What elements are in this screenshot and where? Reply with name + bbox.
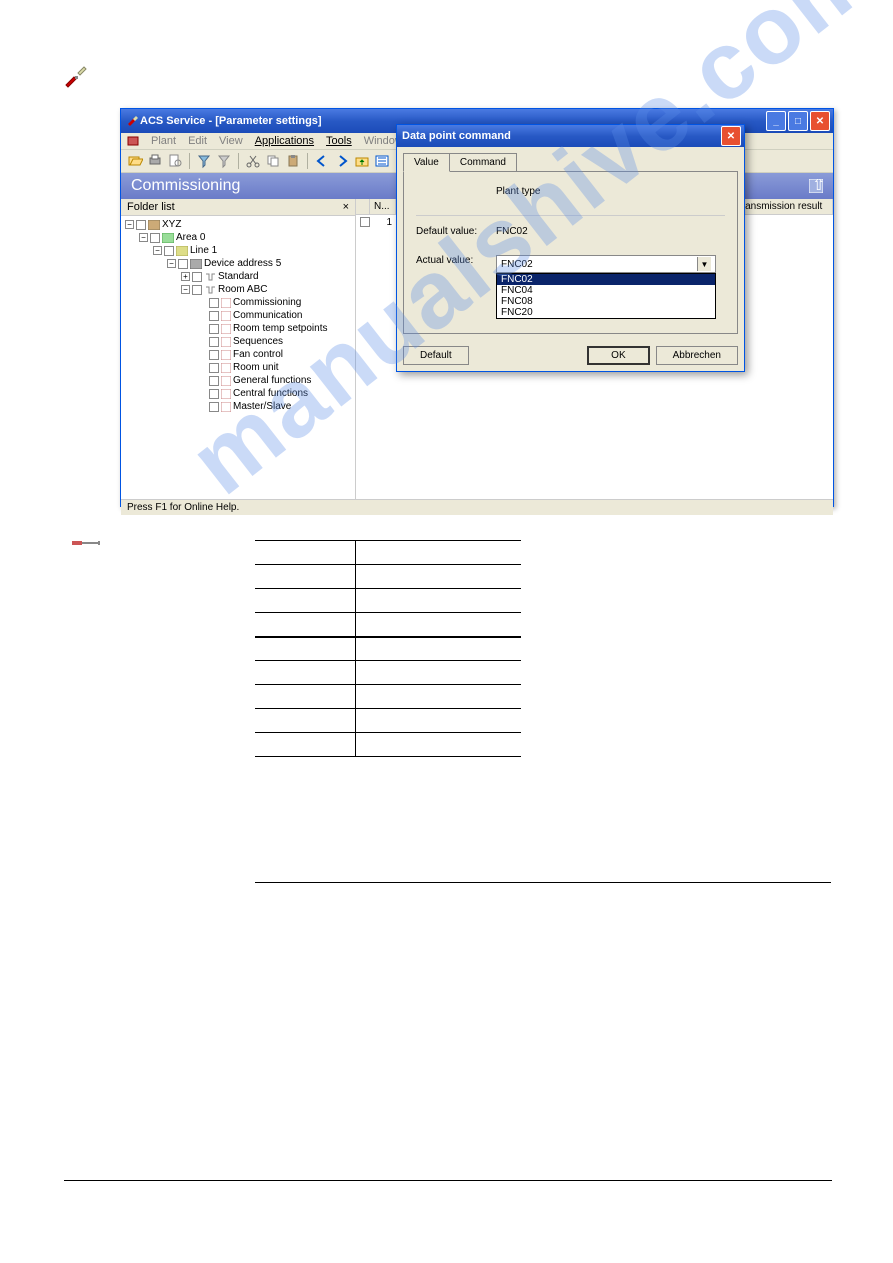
- cancel-button[interactable]: Abbrechen: [656, 346, 738, 365]
- row-checkbox[interactable]: [360, 217, 370, 227]
- screwdriver-icon: [72, 538, 100, 548]
- section-collapse-icon[interactable]: ⇧: [809, 179, 823, 193]
- chevron-down-icon[interactable]: ▼: [697, 257, 711, 271]
- std-icon: [204, 272, 216, 282]
- tree-node[interactable]: XYZ: [162, 218, 181, 231]
- tree-leaf[interactable]: Sequences: [233, 335, 283, 348]
- menu-view[interactable]: View: [219, 135, 243, 147]
- node-icon: [148, 220, 160, 230]
- actual-value-label: Actual value:: [416, 255, 496, 319]
- back-icon[interactable]: [314, 153, 330, 169]
- leaf-icon: [221, 402, 231, 412]
- tree-leaf[interactable]: Room temp setpoints: [233, 322, 328, 335]
- col-transmission[interactable]: Transmission result: [732, 199, 833, 214]
- dropdown-selected: FNC02: [501, 259, 533, 270]
- menu-edit[interactable]: Edit: [188, 135, 207, 147]
- device-icon: [190, 259, 202, 269]
- actual-value-dropdown[interactable]: FNC02 ▼ FNC02 FNC04 FNC08 FNC20: [496, 255, 716, 319]
- leaf-icon: [221, 350, 231, 360]
- close-button[interactable]: ✕: [810, 111, 830, 131]
- dialog-titlebar[interactable]: Data point command ✕: [397, 125, 744, 147]
- leaf-icon: [221, 363, 231, 373]
- app-icon: [126, 114, 140, 128]
- dropdown-option[interactable]: FNC08: [497, 296, 715, 307]
- filter-off-icon[interactable]: [216, 153, 232, 169]
- leaf-icon: [221, 376, 231, 386]
- list-icon[interactable]: [374, 153, 390, 169]
- maximize-button[interactable]: □: [788, 111, 808, 131]
- tree-leaf[interactable]: General functions: [233, 374, 311, 387]
- dropdown-option[interactable]: FNC20: [497, 307, 715, 318]
- default-value: FNC02: [496, 226, 528, 237]
- leaf-icon: [221, 324, 231, 334]
- tree-standard[interactable]: Standard: [218, 270, 259, 283]
- paste-icon[interactable]: [285, 153, 301, 169]
- minimize-button[interactable]: _: [766, 111, 786, 131]
- leaf-icon: [221, 337, 231, 347]
- footer-divider: [64, 1180, 832, 1181]
- ok-button[interactable]: OK: [587, 346, 649, 365]
- menu-tools[interactable]: Tools: [326, 135, 352, 147]
- spec-table: [255, 540, 521, 757]
- leaf-icon: [221, 311, 231, 321]
- menu-plant[interactable]: Plant: [151, 135, 176, 147]
- leaf-icon: [221, 298, 231, 308]
- cut-icon[interactable]: [245, 153, 261, 169]
- data-point-command-dialog: Data point command ✕ Value Command Plant…: [396, 124, 745, 372]
- forward-icon[interactable]: [334, 153, 350, 169]
- tree-area[interactable]: Area 0: [176, 231, 205, 244]
- dropdown-option[interactable]: FNC04: [497, 285, 715, 296]
- tree-device[interactable]: Device address 5: [204, 257, 281, 270]
- default-value-label: Default value:: [416, 226, 496, 237]
- tab-value[interactable]: Value: [403, 153, 450, 172]
- preview-icon[interactable]: [167, 153, 183, 169]
- tools-icon: [64, 65, 88, 89]
- folder-list-label: Folder list: [127, 201, 175, 213]
- dropdown-option[interactable]: FNC02: [497, 274, 715, 285]
- folder-tree[interactable]: −XYZ −Area 0 −Line 1 −Device address 5 +…: [121, 216, 355, 499]
- tree-leaf[interactable]: Communication: [233, 309, 302, 322]
- room-icon: [204, 285, 216, 295]
- col-no[interactable]: N...: [370, 199, 396, 214]
- menu-applications[interactable]: Applications: [255, 135, 314, 147]
- folder-pane-close-icon[interactable]: ×: [343, 201, 349, 213]
- tab-command[interactable]: Command: [449, 153, 517, 172]
- folder-tree-pane: Folder list × −XYZ −Area 0 −Line 1 −Devi…: [121, 199, 356, 499]
- dialog-close-button[interactable]: ✕: [721, 126, 741, 146]
- filter-icon[interactable]: [196, 153, 212, 169]
- tree-leaf[interactable]: Fan control: [233, 348, 283, 361]
- dropdown-list[interactable]: FNC02 FNC04 FNC08 FNC20: [496, 273, 716, 319]
- tree-leaf[interactable]: Master/Slave: [233, 400, 291, 413]
- menu-icon: [127, 135, 139, 147]
- leaf-icon: [221, 389, 231, 399]
- divider: [255, 882, 831, 883]
- cell-no: 1: [370, 216, 396, 231]
- plant-type-label: Plant type: [496, 186, 540, 197]
- print-icon[interactable]: [147, 153, 163, 169]
- svg-text:⇧: ⇧: [812, 179, 823, 193]
- area-icon: [162, 233, 174, 243]
- tree-leaf[interactable]: Room unit: [233, 361, 279, 374]
- dialog-title: Data point command: [402, 130, 721, 142]
- open-icon[interactable]: [127, 153, 143, 169]
- section-title: Commissioning: [131, 177, 240, 195]
- tree-line[interactable]: Line 1: [190, 244, 217, 257]
- tree-leaf[interactable]: Central functions: [233, 387, 308, 400]
- tree-room[interactable]: Room ABC: [218, 283, 267, 296]
- copy-icon[interactable]: [265, 153, 281, 169]
- line-icon: [176, 246, 188, 256]
- tab-panel: Plant type Default value: FNC02 Actual v…: [403, 171, 738, 334]
- default-button[interactable]: Default: [403, 346, 469, 365]
- folder-up-icon[interactable]: [354, 153, 370, 169]
- statusbar: Press F1 for Online Help.: [121, 499, 833, 515]
- tree-leaf[interactable]: Commissioning: [233, 296, 301, 309]
